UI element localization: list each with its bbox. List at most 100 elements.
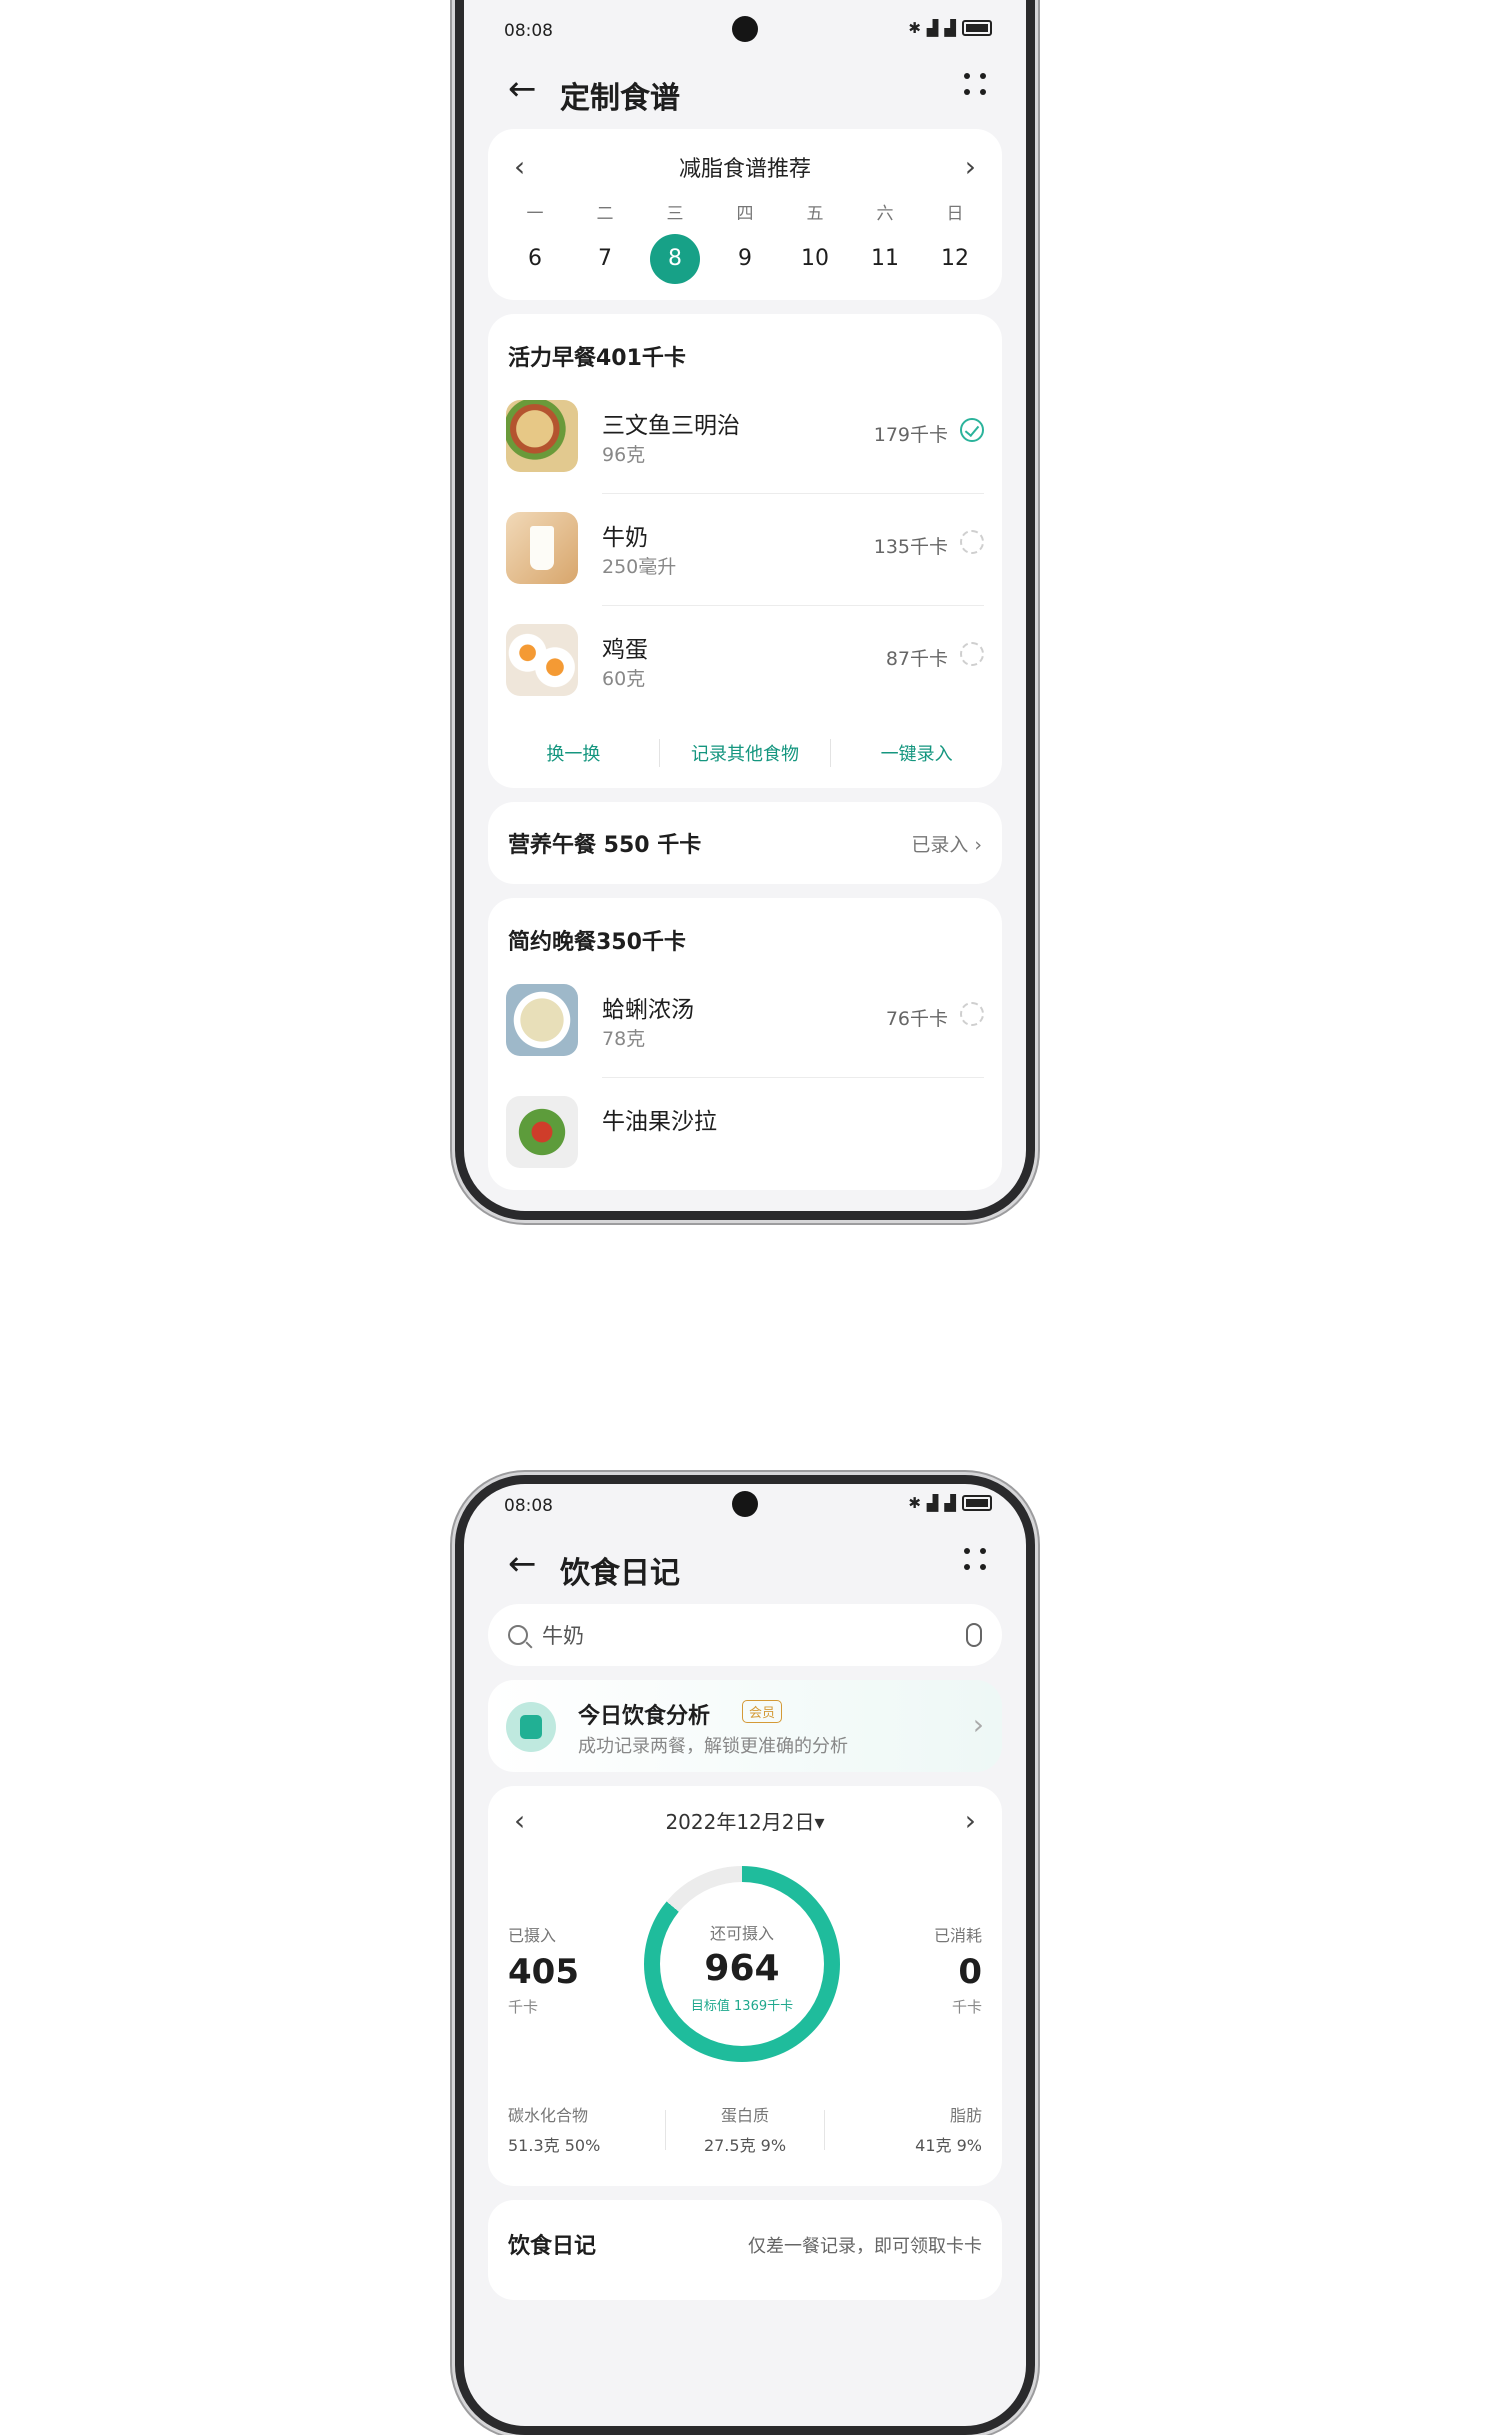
lunch-status-label: 已录入 bbox=[911, 833, 969, 856]
food-name: 三文鱼三明治 bbox=[602, 413, 740, 439]
battery-icon bbox=[962, 20, 992, 36]
macro-name: 碳水化合物 bbox=[508, 2106, 589, 2125]
diary-title: 饮食日记 bbox=[508, 2234, 597, 2259]
food-item[interactable]: 三文鱼三明治 96克 179千卡 bbox=[488, 382, 1002, 494]
top-bar: ← 饮食日记 bbox=[464, 1524, 1026, 1604]
analysis-title: 今日饮食分析 bbox=[578, 1704, 711, 1729]
check-circle-icon[interactable] bbox=[960, 418, 984, 442]
egg-image bbox=[506, 624, 578, 696]
burned-block: 已消耗 0 千卡 bbox=[934, 1922, 982, 2017]
prev-day-chevron-icon[interactable]: ‹ bbox=[514, 1806, 525, 1835]
weekday-label: 四 bbox=[736, 204, 754, 224]
date-cell[interactable]: 10 bbox=[790, 234, 840, 284]
diary-card[interactable]: 饮食日记 仅差一餐记录，即可领取卡卡 bbox=[488, 2200, 1002, 2300]
food-item[interactable]: 牛油果沙拉 bbox=[488, 1078, 1002, 1190]
signal-icon-2: ▟ bbox=[944, 1494, 956, 1512]
page-title: 饮食日记 bbox=[560, 1556, 680, 1591]
food-amount: 60克 bbox=[602, 668, 646, 690]
status-bar: 08:08 ✱ ▟ ▟ bbox=[464, 1484, 1026, 1524]
food-name: 牛油果沙拉 bbox=[602, 1109, 717, 1135]
page-title: 定制食谱 bbox=[560, 81, 680, 116]
one-click-record-button[interactable]: 一键录入 bbox=[831, 740, 1002, 766]
breakfast-actions: 换一换 记录其他食物 一键录入 bbox=[488, 718, 1002, 788]
date-cell[interactable]: 7 bbox=[580, 234, 630, 284]
search-bar[interactable]: 牛奶 bbox=[488, 1604, 1002, 1666]
intake-block: 已摄入 405 千卡 bbox=[508, 1922, 579, 2017]
date-cell[interactable]: 6 bbox=[510, 234, 560, 284]
food-name: 牛奶 bbox=[602, 525, 648, 551]
dinner-card: 简约晚餐350千卡 蛤蜊浓汤 78克 76千卡 牛油果沙拉 bbox=[488, 898, 1002, 1190]
date-cell[interactable]: 11 bbox=[860, 234, 910, 284]
date-cell-selected[interactable]: 8 bbox=[650, 234, 700, 284]
date-selector[interactable]: 2022年12月2日▾ bbox=[665, 1806, 824, 1835]
food-kcal: 179千卡 bbox=[873, 424, 948, 446]
food-name: 鸡蛋 bbox=[602, 637, 648, 663]
weekday-row: 一 二 三 四 五 六 日 bbox=[488, 187, 1002, 224]
lunch-title: 营养午餐 550 千卡 bbox=[508, 833, 702, 858]
bluetooth-icon: ✱ bbox=[908, 1494, 921, 1512]
more-icon[interactable] bbox=[962, 71, 988, 97]
sandwich-image bbox=[506, 400, 578, 472]
search-icon bbox=[508, 1625, 528, 1645]
front-camera bbox=[732, 1491, 758, 1517]
calendar-card: ‹ 减脂食谱推荐 › 一 二 三 四 五 六 日 6 7 8 9 10 11 1… bbox=[488, 129, 1002, 300]
signal-icon-2: ▟ bbox=[944, 19, 956, 37]
food-item[interactable]: 蛤蜊浓汤 78克 76千卡 bbox=[488, 966, 1002, 1078]
next-day-chevron-icon[interactable]: › bbox=[965, 1806, 976, 1835]
macro-name: 脂肪 bbox=[949, 2106, 982, 2125]
ring-center: 还可摄入 964 目标值 1369千卡 bbox=[644, 1866, 840, 2014]
calorie-summary-card: ‹ 2022年12月2日▾ › 已摄入 405 千卡 还可摄入 964 目标值 … bbox=[488, 1786, 1002, 2186]
food-amount: 78克 bbox=[602, 1028, 646, 1050]
date-cell[interactable]: 12 bbox=[930, 234, 980, 284]
analysis-card[interactable]: 今日饮食分析 会员 成功记录两餐，解锁更准确的分析 › bbox=[488, 1680, 1002, 1772]
milk-image bbox=[506, 512, 578, 584]
prev-week-chevron-icon[interactable]: ‹ bbox=[514, 153, 525, 181]
weekday-label: 日 bbox=[946, 204, 964, 224]
weekday-label: 六 bbox=[876, 204, 894, 224]
system-icons: ✱ ▟ ▟ bbox=[908, 1494, 992, 1512]
weekday-label: 五 bbox=[806, 204, 824, 224]
microphone-icon[interactable] bbox=[966, 1623, 982, 1647]
food-amount: 96克 bbox=[602, 444, 646, 466]
chevron-right-icon: › bbox=[974, 833, 982, 856]
food-item[interactable]: 牛奶 250毫升 135千卡 bbox=[488, 494, 1002, 606]
battery-icon bbox=[962, 1495, 992, 1511]
macro-value: 51.3克 50% bbox=[508, 2136, 601, 2155]
date-cell[interactable]: 9 bbox=[720, 234, 770, 284]
food-item[interactable]: 鸡蛋 60克 87千卡 bbox=[488, 606, 1002, 718]
burned-unit: 千卡 bbox=[951, 1998, 982, 2016]
status-time: 08:08 bbox=[504, 21, 553, 41]
status-time: 08:08 bbox=[504, 1496, 553, 1516]
dinner-title: 简约晚餐350千卡 bbox=[508, 930, 686, 955]
intake-unit: 千卡 bbox=[508, 1998, 539, 2016]
avocado-salad-image bbox=[506, 1096, 578, 1168]
intake-value: 405 bbox=[508, 1952, 579, 1992]
breakfast-title: 活力早餐401千卡 bbox=[508, 346, 686, 371]
back-arrow-icon[interactable]: ← bbox=[508, 69, 537, 109]
bluetooth-icon: ✱ bbox=[908, 19, 921, 37]
record-other-food-button[interactable]: 记录其他食物 bbox=[660, 740, 831, 766]
chevron-right-icon: › bbox=[972, 1708, 984, 1741]
weekday-label: 三 bbox=[666, 204, 684, 224]
swap-button[interactable]: 换一换 bbox=[488, 740, 659, 766]
weekday-label: 一 bbox=[526, 204, 544, 224]
remaining-label: 还可摄入 bbox=[709, 1924, 774, 1943]
target-value: 目标值 1369千卡 bbox=[690, 1999, 794, 2014]
lunch-card[interactable]: 营养午餐 550 千卡 已录入 › bbox=[488, 802, 1002, 884]
pending-circle-icon[interactable] bbox=[960, 642, 984, 666]
pending-circle-icon[interactable] bbox=[960, 1002, 984, 1026]
remaining-value: 964 bbox=[704, 1948, 780, 1989]
date-row: 6 7 8 9 10 11 12 bbox=[488, 224, 1002, 300]
analysis-clipboard-icon bbox=[506, 1702, 556, 1752]
macro-name: 蛋白质 bbox=[720, 2106, 769, 2125]
diary-note: 仅差一餐记录，即可领取卡卡 bbox=[748, 2236, 982, 2257]
clam-chowder-image bbox=[506, 984, 578, 1056]
search-input[interactable]: 牛奶 bbox=[542, 1620, 966, 1650]
macro-value: 27.5克 9% bbox=[703, 2136, 787, 2155]
more-icon[interactable] bbox=[962, 1546, 988, 1572]
back-arrow-icon[interactable]: ← bbox=[508, 1544, 537, 1584]
intake-label: 已摄入 bbox=[508, 1926, 557, 1945]
pending-circle-icon[interactable] bbox=[960, 530, 984, 554]
calendar-title: 减脂食谱推荐 bbox=[678, 157, 811, 182]
next-week-chevron-icon[interactable]: › bbox=[965, 153, 976, 181]
